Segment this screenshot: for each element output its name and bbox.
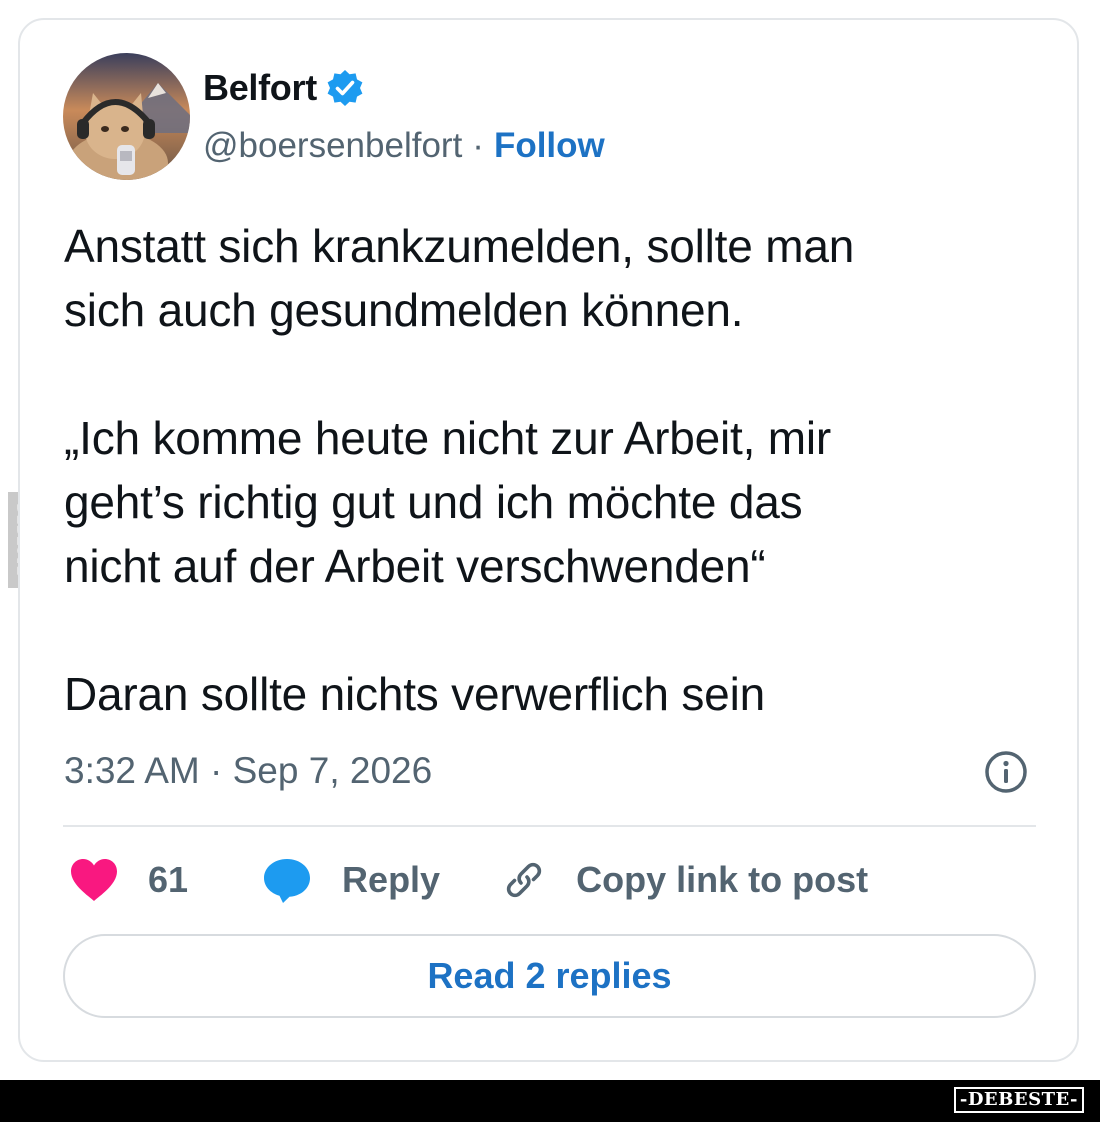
handle[interactable]: @boersenbelfort [203, 126, 462, 166]
tweet-timestamp[interactable]: 3:32 AM · Sep 7, 2026 [64, 748, 432, 794]
read-replies-button[interactable]: Read 2 replies [63, 934, 1036, 1018]
reply-label: Reply [342, 859, 441, 900]
follow-button[interactable]: Follow [494, 126, 605, 166]
divider [63, 825, 1036, 827]
copy-link-button[interactable]: Copy link to post [500, 856, 868, 904]
reply-button[interactable]: Reply [262, 856, 440, 904]
verified-badge-icon [327, 70, 363, 106]
footer-watermark-logo: -DEBESTE- [953, 1087, 1084, 1113]
tweet-paragraph: „Ich komme heute nicht zur Arbeit, mir g… [64, 412, 832, 592]
tweet-paragraph: Daran sollte nichts verwerflich sein [64, 668, 765, 720]
like-button[interactable]: 61 [68, 856, 188, 904]
handle-separator: · [472, 126, 484, 165]
like-count: 61 [148, 859, 189, 900]
footer-bar: -DEBESTE- [0, 1080, 1100, 1122]
heart-icon [71, 859, 117, 901]
handle-row: @boersenbelfort · Follow [203, 124, 605, 168]
page: DEBESTE [0, 0, 1100, 1122]
avatar[interactable] [63, 53, 190, 180]
action-bar: 61 Reply Copy link to post [68, 852, 868, 908]
display-name[interactable]: Belfort [203, 67, 317, 109]
reply-bubble-icon [264, 859, 311, 903]
tweet-text: Anstatt sich krankzumelden, sollte man s… [64, 214, 1054, 726]
tweet-paragraph: Anstatt sich krankzumelden, sollte man s… [64, 220, 855, 336]
avatar-image [63, 53, 190, 180]
link-icon [506, 862, 542, 898]
info-icon[interactable] [983, 749, 1029, 795]
name-row: Belfort [203, 66, 365, 110]
copy-link-label: Copy link to post [576, 859, 869, 900]
